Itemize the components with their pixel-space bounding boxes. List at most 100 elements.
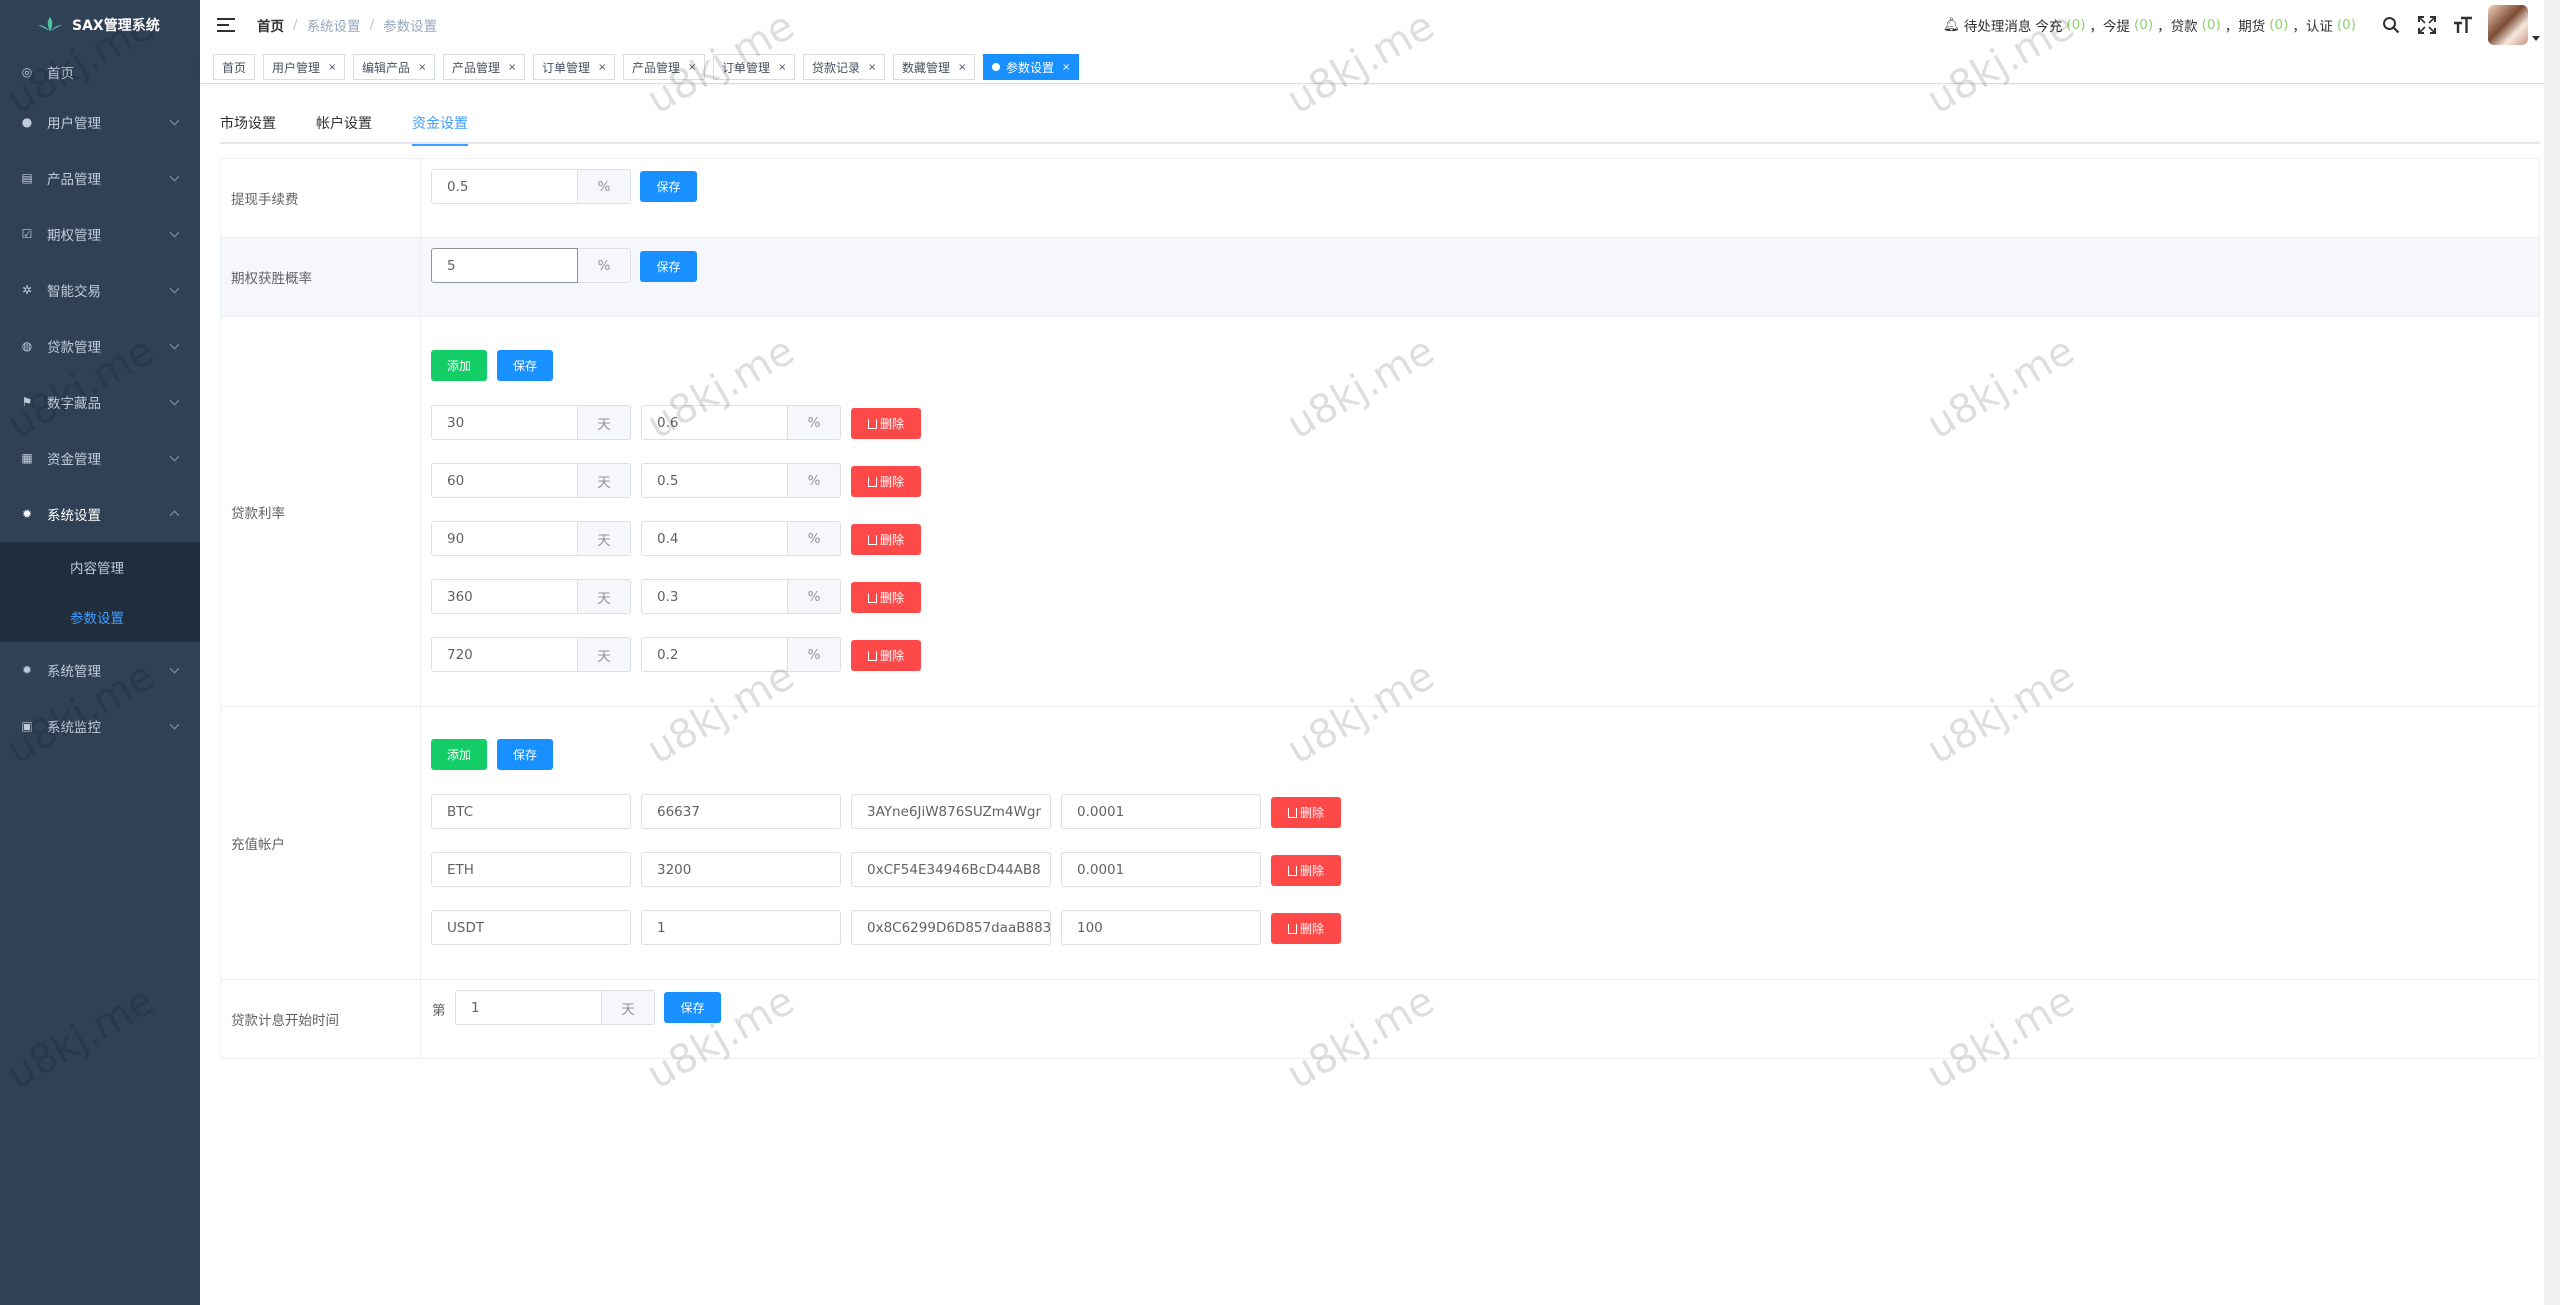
sidebar-item-options[interactable]: ☑ 期权管理 <box>0 206 200 262</box>
search-icon[interactable] <box>2380 14 2402 36</box>
tag-item[interactable]: 订单管理 × <box>713 54 796 80</box>
sidebar-item-smart-trade[interactable]: ✲ 智能交易 <box>0 262 200 318</box>
add-button[interactable]: 添加 <box>431 350 487 381</box>
notice-item-label: 今充 <box>2035 19 2063 35</box>
save-button[interactable]: 保存 <box>640 171 697 202</box>
close-icon[interactable]: × <box>1062 62 1070 73</box>
loan-days-input[interactable]: 60 <box>431 463 578 498</box>
loan-start-prefix: 第 <box>432 1003 446 1019</box>
tab-label: 市场设置 <box>220 116 276 132</box>
loan-rate-input[interactable]: 0.2 <box>641 637 788 672</box>
withdraw-fee-input[interactable]: 0.5 <box>431 169 578 204</box>
tag-label: 编辑产品 <box>362 60 411 75</box>
loan-days-input[interactable]: 30 <box>431 405 578 440</box>
trash-icon <box>1287 923 1297 934</box>
loan-rate-input[interactable]: 0.6 <box>641 405 788 440</box>
breadcrumb-item[interactable]: 首页 <box>257 15 284 35</box>
notice-item-label: 贷款 <box>2170 19 2198 35</box>
min-amount-input[interactable]: 0.0001 <box>1061 794 1261 829</box>
close-icon[interactable]: × <box>868 62 876 73</box>
sidebar-item-home[interactable]: ◎ 首页 <box>0 50 200 94</box>
close-icon[interactable]: × <box>688 62 696 73</box>
loan-days-input[interactable]: 90 <box>431 521 578 556</box>
tab-fund-settings[interactable]: 资金设置 <box>412 108 468 146</box>
loan-rate-input[interactable]: 0.4 <box>641 521 788 556</box>
delete-button[interactable]: 删除 <box>1271 855 1341 886</box>
product-icon: ▤ <box>21 171 33 185</box>
save-button[interactable]: 保存 <box>640 251 697 282</box>
wallet-address-input[interactable]: 0xCF54E34946BcD44AB8 <box>851 852 1051 887</box>
tag-item[interactable]: 产品管理 × <box>623 54 706 80</box>
sidebar-item-users[interactable]: ● 用户管理 <box>0 94 200 150</box>
hamburger-icon[interactable] <box>217 18 235 32</box>
delete-button[interactable]: 删除 <box>1271 913 1341 944</box>
scrollbar[interactable] <box>2544 0 2560 1305</box>
loan-rate-input[interactable]: 0.5 <box>641 463 788 498</box>
delete-button[interactable]: 删除 <box>851 640 921 671</box>
close-icon[interactable]: × <box>328 62 336 73</box>
loan-rate-input-group: 0.4% <box>641 521 841 556</box>
loan-days-input[interactable]: 360 <box>431 579 578 614</box>
add-button[interactable]: 添加 <box>431 739 487 770</box>
wallet-address-input[interactable]: 3AYne6JiW876SUZm4Wgr <box>851 794 1051 829</box>
min-amount-input[interactable]: 0.0001 <box>1061 852 1261 887</box>
caret-down-icon[interactable] <box>2532 35 2540 41</box>
tag-item[interactable]: 编辑产品 × <box>353 54 436 80</box>
coin-price-input[interactable]: 1 <box>641 910 841 945</box>
close-icon[interactable]: × <box>508 62 516 73</box>
loan-rate-input[interactable]: 0.3 <box>641 579 788 614</box>
tag-item[interactable]: 产品管理 × <box>443 54 526 80</box>
sidebar-subitem-content[interactable]: 内容管理 <box>0 542 200 592</box>
app-logo[interactable]: SAX管理系统 <box>0 0 200 50</box>
save-button[interactable]: 保存 <box>664 992 721 1023</box>
save-button[interactable]: 保存 <box>497 350 553 381</box>
font-size-icon[interactable] <box>2452 14 2474 36</box>
delete-button[interactable]: 删除 <box>851 524 921 555</box>
min-amount-input[interactable]: 100 <box>1061 910 1261 945</box>
fullscreen-icon[interactable] <box>2416 14 2438 36</box>
coin-price-input[interactable]: 66637 <box>641 794 841 829</box>
sidebar-item-system-admin[interactable]: ✹ 系统管理 <box>0 642 200 698</box>
sidebar-item-products[interactable]: ▤ 产品管理 <box>0 150 200 206</box>
sidebar-subitem-params[interactable]: 参数设置 <box>0 592 200 642</box>
delete-button[interactable]: 删除 <box>851 582 921 613</box>
close-icon[interactable]: × <box>598 62 606 73</box>
option-win-rate-input[interactable]: 5 <box>431 248 578 283</box>
delete-button[interactable]: 删除 <box>851 408 921 439</box>
tag-home[interactable]: 首页 <box>213 54 256 80</box>
tab-market-settings[interactable]: 市场设置 <box>220 108 276 144</box>
wallet-address-input[interactable]: 0x8C6299D6D857daaB883 <box>851 910 1051 945</box>
tag-item[interactable]: 用户管理 × <box>263 54 346 80</box>
close-icon[interactable]: × <box>778 62 786 73</box>
close-icon[interactable]: × <box>958 62 966 73</box>
sidebar-item-system-settings[interactable]: ✹ 系统设置 <box>0 486 200 542</box>
chevron-down-icon <box>169 171 180 182</box>
loan-days-input-group: 60 天 <box>431 463 631 498</box>
sidebar-item-monitor[interactable]: ▣ 系统监控 <box>0 698 200 754</box>
option-win-rate-input-group: 5 % <box>431 248 631 283</box>
delete-label: 删除 <box>1299 806 1324 820</box>
sidebar-item-nft[interactable]: ⚑ 数字藏品 <box>0 374 200 430</box>
notice-separator: ， <box>2089 19 2104 35</box>
chevron-down-icon <box>169 395 180 406</box>
sidebar-item-funds[interactable]: ▦ 资金管理 <box>0 430 200 486</box>
coin-name-input[interactable]: USDT <box>431 910 631 945</box>
delete-button[interactable]: 删除 <box>1271 797 1341 828</box>
delete-button[interactable]: 删除 <box>851 466 921 497</box>
tab-account-settings[interactable]: 帐户设置 <box>316 108 372 144</box>
coin-name-input[interactable]: ETH <box>431 852 631 887</box>
loan-start-input[interactable]: 1 <box>455 990 602 1025</box>
loan-days-input[interactable]: 720 <box>431 637 578 672</box>
tag-item-active[interactable]: 参数设置 × <box>983 54 1080 80</box>
pending-notice[interactable]: 🔔︎ 待处理消息 今充 (0)， 今提 (0)， 贷款 (0)， 期货 (0)， 认证(… <box>1943 0 2360 50</box>
save-button[interactable]: 保存 <box>497 739 553 770</box>
form-label: 贷款利率 <box>221 317 421 706</box>
close-icon[interactable]: × <box>418 62 426 73</box>
sidebar-item-loans[interactable]: ◍ 贷款管理 <box>0 318 200 374</box>
coin-name-input[interactable]: BTC <box>431 794 631 829</box>
avatar[interactable] <box>2488 5 2528 45</box>
tag-item[interactable]: 订单管理 × <box>533 54 616 80</box>
tag-item[interactable]: 数藏管理 × <box>893 54 976 80</box>
tag-item[interactable]: 贷款记录 × <box>803 54 886 80</box>
coin-price-input[interactable]: 3200 <box>641 852 841 887</box>
